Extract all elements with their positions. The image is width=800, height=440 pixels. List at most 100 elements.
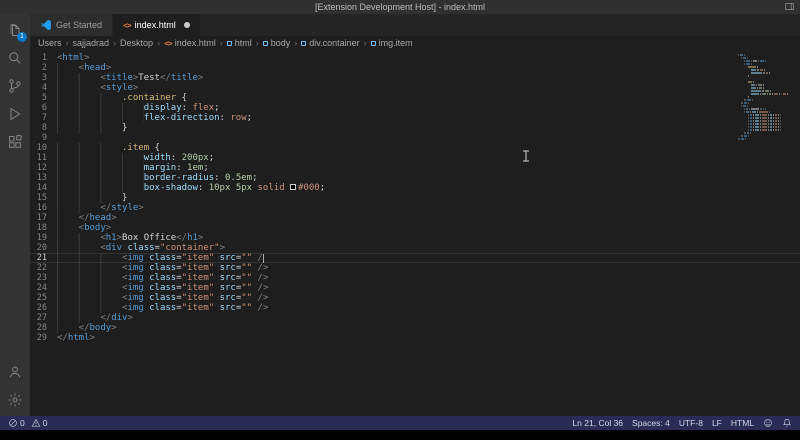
line-number[interactable]: 1 [30, 53, 57, 63]
code-line-16[interactable]: 16</style> [30, 203, 800, 213]
language-mode[interactable]: HTML [731, 418, 754, 428]
layout-toggle-icon[interactable] [784, 1, 795, 12]
line-number[interactable]: 18 [30, 223, 57, 233]
code-line-19[interactable]: 19<h1>Box Office</h1> [30, 233, 800, 243]
code-line-21[interactable]: 21<img class="item" src="" / [30, 253, 800, 263]
line-number[interactable]: 13 [30, 173, 57, 183]
code-line-27[interactable]: 27</div> [30, 313, 800, 323]
code-line-1[interactable]: 1<html> [30, 53, 800, 63]
line-number[interactable]: 19 [30, 233, 57, 243]
bell-icon[interactable] [782, 418, 792, 428]
activity-search[interactable] [0, 44, 30, 72]
code-line-3[interactable]: 3<title>Test</title> [30, 73, 800, 83]
line-number[interactable]: 22 [30, 263, 57, 273]
line-number[interactable]: 26 [30, 303, 57, 313]
line-number[interactable]: 25 [30, 293, 57, 303]
modified-indicator[interactable] [184, 22, 190, 28]
code-line-18[interactable]: 18<body> [30, 223, 800, 233]
code-line-4[interactable]: 4<style> [30, 83, 800, 93]
activity-accounts[interactable] [0, 358, 30, 386]
encoding-setting[interactable]: UTF-8 [679, 418, 703, 428]
line-number[interactable]: 12 [30, 163, 57, 173]
indentation-setting[interactable]: Spaces: 4 [632, 418, 670, 428]
line-number[interactable]: 3 [30, 73, 57, 83]
breadcrumb-item-body[interactable]: body [263, 38, 291, 48]
line-number[interactable]: 8 [30, 123, 57, 133]
breadcrumb-item-users[interactable]: Users [38, 38, 62, 48]
line-number[interactable]: 15 [30, 193, 57, 203]
activity-settings[interactable] [0, 386, 30, 414]
line-number[interactable]: 14 [30, 183, 57, 193]
code-line-12[interactable]: 12margin: 1em; [30, 163, 800, 173]
line-content: <img class="item" src="" /> [57, 263, 800, 273]
activity-extensions[interactable] [0, 128, 30, 156]
line-number[interactable]: 20 [30, 243, 57, 253]
code-line-25[interactable]: 25<img class="item" src="" /> [30, 293, 800, 303]
line-number[interactable]: 24 [30, 283, 57, 293]
indent-guides [57, 173, 144, 183]
breadcrumb-item-sajjadrad[interactable]: sajjadrad [73, 38, 110, 48]
minimap[interactable] [736, 50, 798, 145]
code-line-6[interactable]: 6display: flex; [30, 103, 800, 113]
line-number[interactable]: 21 [30, 253, 57, 263]
line-number[interactable]: 11 [30, 153, 57, 163]
line-number[interactable]: 29 [30, 333, 57, 343]
line-number[interactable]: 17 [30, 213, 57, 223]
line-content: flex-direction: row; [57, 113, 800, 123]
line-number[interactable]: 23 [30, 273, 57, 283]
code-line-8[interactable]: 8} [30, 123, 800, 133]
cursor-position[interactable]: Ln 21, Col 36 [572, 418, 623, 428]
eol-setting[interactable]: LF [712, 418, 722, 428]
breadcrumb-item-div-container[interactable]: div.container [301, 38, 359, 48]
line-number[interactable]: 27 [30, 313, 57, 323]
code-line-7[interactable]: 7flex-direction: row; [30, 113, 800, 123]
code-line-24[interactable]: 24<img class="item" src="" /> [30, 283, 800, 293]
line-number[interactable]: 7 [30, 113, 57, 123]
breadcrumb-item-index-html[interactable]: <>index.html [164, 38, 216, 48]
code-line-17[interactable]: 17</head> [30, 213, 800, 223]
tab-index-html[interactable]: <>index.html [113, 14, 201, 36]
tab-get-started[interactable]: Get Started [30, 14, 113, 36]
code-line-5[interactable]: 5.container { [30, 93, 800, 103]
line-number[interactable]: 2 [30, 63, 57, 73]
activity-run-and-debug[interactable] [0, 100, 30, 128]
editor[interactable]: 1<html>2<head>3<title>Test</title>4<styl… [30, 50, 800, 416]
chevron-right-icon: › [157, 38, 160, 48]
feedback-icon[interactable] [763, 418, 773, 428]
indent-guides [57, 143, 122, 153]
line-number[interactable]: 5 [30, 93, 57, 103]
code-line-10[interactable]: 10.item { [30, 143, 800, 153]
line-number[interactable]: 9 [30, 133, 57, 143]
line-content: box-shadow: 10px 5px solid #000; [57, 183, 800, 193]
code-line-15[interactable]: 15} [30, 193, 800, 203]
breadcrumb-item-desktop[interactable]: Desktop [120, 38, 153, 48]
code-line-11[interactable]: 11width: 200px; [30, 153, 800, 163]
minimap-line [738, 117, 796, 119]
code-line-22[interactable]: 22<img class="item" src="" /> [30, 263, 800, 273]
code-line-14[interactable]: 14box-shadow: 10px 5px solid #000; [30, 183, 800, 193]
breadcrumb-label: div.container [309, 38, 359, 48]
code-line-13[interactable]: 13border-radius: 0.5em; [30, 173, 800, 183]
line-number[interactable]: 16 [30, 203, 57, 213]
activity-source-control[interactable] [0, 72, 30, 100]
code-line-20[interactable]: 20<div class="container"> [30, 243, 800, 253]
code-line-2[interactable]: 2<head> [30, 63, 800, 73]
minimap-line [738, 123, 796, 125]
code-line-26[interactable]: 26<img class="item" src="" /> [30, 303, 800, 313]
code-line-29[interactable]: 29</html> [30, 333, 800, 343]
code-line-23[interactable]: 23<img class="item" src="" /> [30, 273, 800, 283]
line-number[interactable]: 10 [30, 143, 57, 153]
color-swatch[interactable] [290, 184, 296, 190]
line-number[interactable]: 4 [30, 83, 57, 93]
code-line-28[interactable]: 28</body> [30, 323, 800, 333]
breadcrumb-item-img-item[interactable]: img.item [371, 38, 413, 48]
line-number[interactable]: 28 [30, 323, 57, 333]
indent-guides [57, 163, 144, 173]
line-number[interactable]: 6 [30, 103, 57, 113]
breadcrumb-item-html[interactable]: html [227, 38, 252, 48]
line-content: <body> [57, 223, 800, 233]
activity-explorer[interactable]: 1 [0, 16, 30, 44]
indent-guides [57, 193, 122, 203]
problems-indicator[interactable]: 0 0 [8, 418, 47, 428]
code-line-9[interactable]: 9 [30, 133, 800, 143]
